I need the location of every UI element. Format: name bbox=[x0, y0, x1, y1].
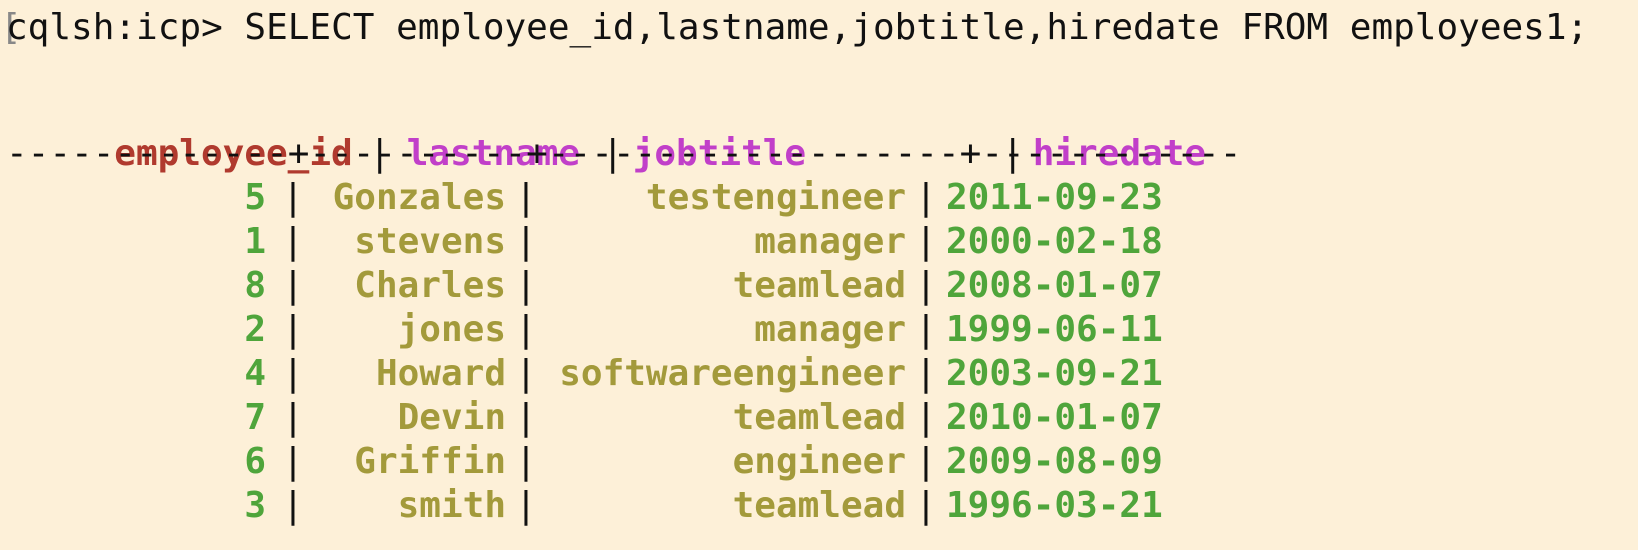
command-line: cqlsh:icp> SELECT employee_id,lastname,j… bbox=[6, 7, 1589, 48]
cell-jobtitle: teamlead bbox=[732, 485, 906, 526]
cell-lastname: Gonzales bbox=[332, 177, 506, 218]
column-divider: | bbox=[282, 441, 304, 482]
cell-employee-id: 4 bbox=[244, 353, 266, 394]
table-row: 2 | jones | manager | 1999-06-11 bbox=[6, 308, 1163, 352]
cell-employee-id: 6 bbox=[244, 441, 266, 482]
cell-employee-id: 1 bbox=[244, 221, 266, 262]
cell-hiredate: 2000-02-18 bbox=[946, 221, 1163, 262]
cell-lastname: Charles bbox=[354, 265, 506, 306]
column-divider: | bbox=[515, 221, 537, 262]
cell-hiredate: 2010-01-07 bbox=[946, 397, 1163, 438]
column-divider: | bbox=[515, 309, 537, 350]
column-divider: | bbox=[282, 397, 304, 438]
cell-lastname: smith bbox=[397, 485, 506, 526]
column-divider: | bbox=[915, 309, 937, 350]
cell-hiredate: 1996-03-21 bbox=[946, 485, 1163, 526]
column-divider: | bbox=[515, 265, 537, 306]
column-divider: | bbox=[515, 397, 537, 438]
cell-jobtitle: testengineer bbox=[645, 177, 906, 218]
cell-lastname: Devin bbox=[397, 397, 506, 438]
table-separator: -------------+----------+---------------… bbox=[6, 133, 1242, 174]
cell-employee-id: 7 bbox=[244, 397, 266, 438]
table-row: 7 | Devin | teamlead | 2010-01-07 bbox=[6, 396, 1163, 440]
column-divider: | bbox=[915, 485, 937, 526]
cell-jobtitle: softwareengineer bbox=[559, 353, 906, 394]
terminal-window[interactable]: [ cqlsh:icp> SELECT employee_id,lastname… bbox=[0, 0, 1638, 550]
column-divider: | bbox=[282, 177, 304, 218]
cell-lastname: Griffin bbox=[354, 441, 506, 482]
cell-lastname: Howard bbox=[375, 353, 506, 394]
column-divider: | bbox=[282, 353, 304, 394]
table-row: 8 | Charles | teamlead | 2008-01-07 bbox=[6, 264, 1163, 308]
cell-employee-id: 5 bbox=[244, 177, 266, 218]
cell-hiredate: 2011-09-23 bbox=[946, 177, 1163, 218]
column-divider: | bbox=[915, 265, 937, 306]
column-divider: | bbox=[915, 353, 937, 394]
cell-lastname: stevens bbox=[354, 221, 506, 262]
cell-hiredate: 2008-01-07 bbox=[946, 265, 1163, 306]
column-divider: | bbox=[282, 265, 304, 306]
column-divider: | bbox=[282, 485, 304, 526]
column-divider: | bbox=[282, 309, 304, 350]
table-row: 1 | stevens | manager | 2000-02-18 bbox=[6, 220, 1163, 264]
column-divider: | bbox=[915, 177, 937, 218]
cell-hiredate: 2003-09-21 bbox=[946, 353, 1163, 394]
cell-jobtitle: teamlead bbox=[732, 265, 906, 306]
column-divider: | bbox=[515, 353, 537, 394]
column-divider: | bbox=[915, 397, 937, 438]
table-row: 5 | Gonzales | testengineer | 2011-09-23 bbox=[6, 176, 1163, 220]
cell-hiredate: 2009-08-09 bbox=[946, 441, 1163, 482]
table-row: 6 | Griffin | engineer | 2009-08-09 bbox=[6, 440, 1163, 484]
cell-jobtitle: manager bbox=[754, 309, 906, 350]
column-divider: | bbox=[282, 221, 304, 262]
column-divider: | bbox=[915, 221, 937, 262]
table-header-row: employee_id | lastname | jobtitle | hiredate bbox=[6, 88, 1206, 174]
cell-employee-id: 2 bbox=[244, 309, 266, 350]
table-row: 4 | Howard | softwareengineer | 2003-09-21 bbox=[6, 352, 1163, 396]
cell-lastname: jones bbox=[397, 309, 506, 350]
cell-jobtitle: manager bbox=[754, 221, 906, 262]
column-divider: | bbox=[515, 177, 537, 218]
cell-employee-id: 3 bbox=[244, 485, 266, 526]
cell-jobtitle: engineer bbox=[732, 441, 906, 482]
cell-hiredate: 1999-06-11 bbox=[946, 309, 1163, 350]
table-row: 3 | smith | teamlead | 1996-03-21 bbox=[6, 484, 1163, 528]
column-divider: | bbox=[515, 441, 537, 482]
cell-jobtitle: teamlead bbox=[732, 397, 906, 438]
column-divider: | bbox=[915, 441, 937, 482]
column-divider: | bbox=[515, 485, 537, 526]
cell-employee-id: 8 bbox=[244, 265, 266, 306]
